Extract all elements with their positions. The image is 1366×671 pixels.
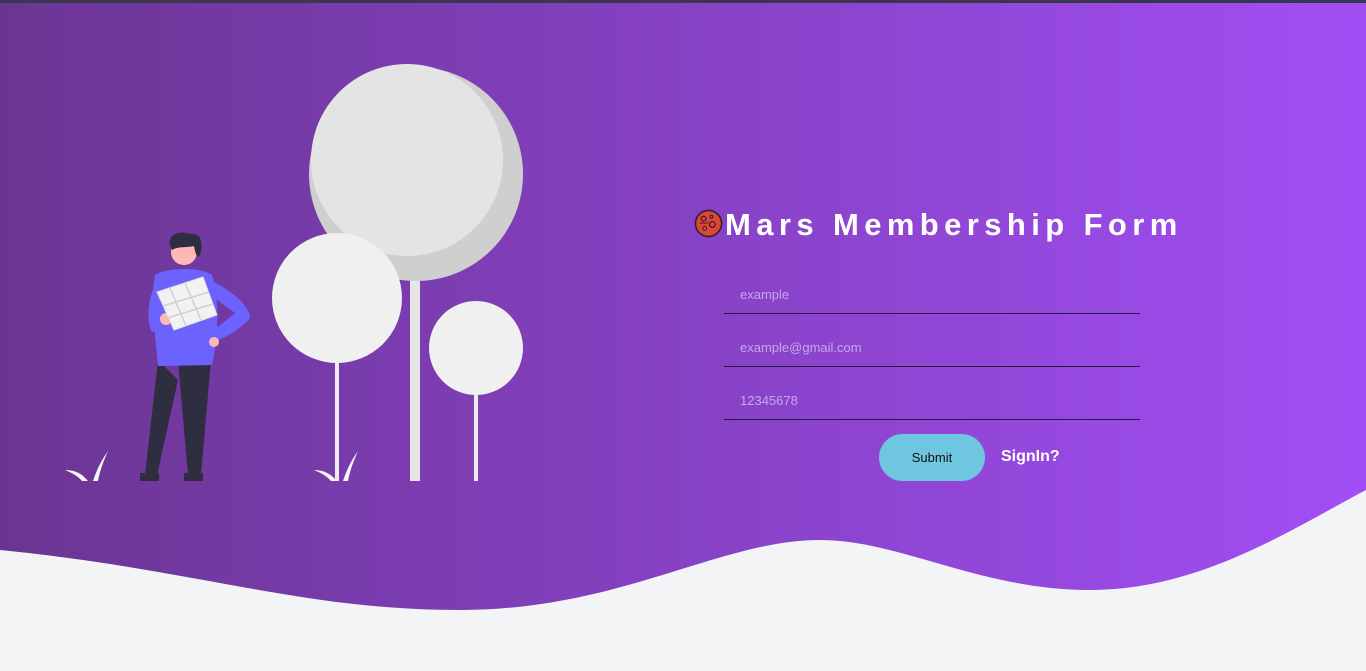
membership-form: Mars Membership Form Submit SignIn?	[694, 205, 1194, 481]
hero-section: Mars Membership Form Submit SignIn?	[0, 0, 1366, 671]
name-input[interactable]	[724, 276, 1140, 314]
form-title-row: Mars Membership Form	[694, 205, 1194, 245]
person-with-map-illustration	[65, 64, 523, 481]
mars-planet-icon	[694, 209, 723, 237]
submit-button[interactable]: Submit	[879, 434, 985, 481]
form-title: Mars Membership Form	[725, 207, 1183, 242]
signin-link[interactable]: SignIn?	[1001, 448, 1060, 466]
email-input[interactable]	[724, 329, 1140, 367]
password-input[interactable]	[724, 382, 1140, 420]
top-border	[0, 0, 1366, 3]
